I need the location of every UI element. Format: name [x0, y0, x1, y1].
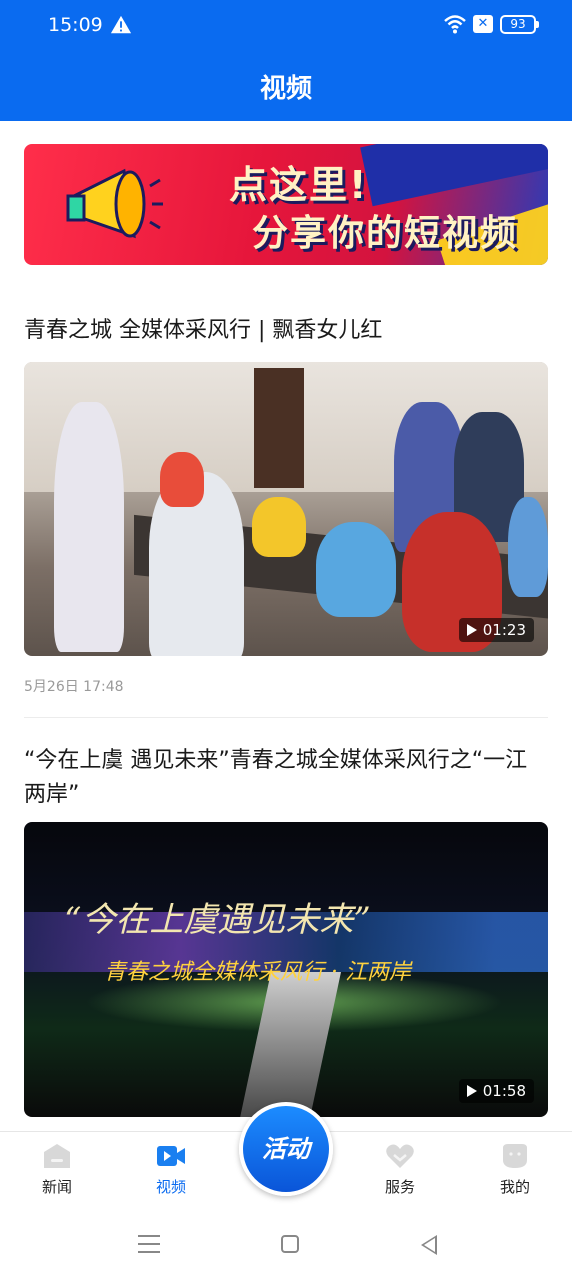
article-title[interactable]: “今在上虞 遇见未来”青春之城全媒体采风行之“一江两岸”: [24, 744, 548, 812]
thumbnail-jar: [160, 452, 204, 507]
nav-label: 我的: [499, 1178, 530, 1196]
nav-video[interactable]: 视频: [136, 1142, 206, 1197]
banner-stripe: [360, 144, 548, 207]
publish-date: 5月26日 17:48: [24, 679, 124, 695]
nav-service[interactable]: 服务: [365, 1142, 435, 1197]
thumbnail-jar: [252, 497, 306, 557]
status-bar: 15:09 ✕ 93: [0, 0, 572, 52]
video-overlay-text: “今在上虞遇见未来”: [64, 900, 371, 940]
nav-news[interactable]: 新闻: [22, 1142, 92, 1197]
battery-icon: 93: [500, 15, 539, 34]
thumbnail-jar: [508, 497, 548, 597]
sim-off-icon: ✕: [473, 15, 493, 33]
video-duration: 01:58: [482, 1082, 526, 1100]
nav-profile[interactable]: 我的: [480, 1142, 550, 1197]
play-icon: [466, 624, 477, 636]
banner-headline: 点这里!: [229, 163, 369, 207]
video-thumbnail[interactable]: “今在上虞遇见未来” 青春之城全媒体采风行 · 江两岸 01:58: [24, 822, 548, 1117]
menu-icon[interactable]: [138, 1235, 160, 1253]
video-thumbnail[interactable]: 01:23: [24, 362, 548, 656]
page-title: 视频: [259, 74, 312, 104]
video-overlay-text: 青春之城全媒体采风行 · 江两岸: [104, 960, 411, 985]
video-duration-badge: 01:58: [458, 1079, 534, 1103]
play-icon: [466, 1085, 477, 1097]
video-duration: 01:23: [482, 621, 526, 639]
news-icon: [44, 1144, 70, 1168]
article-title[interactable]: 青春之城 全媒体采风行 | 飘香女儿红: [24, 314, 548, 348]
video-icon: [157, 1146, 185, 1166]
promo-banner[interactable]: 点这里! 分享你的短视频: [24, 144, 548, 265]
home-icon[interactable]: [281, 1235, 299, 1253]
banner-subheadline: 分享你的短视频: [252, 213, 519, 254]
top-bar: 15:09 ✕ 93 视频: [0, 0, 572, 121]
back-icon[interactable]: [421, 1235, 437, 1255]
megaphone-icon: [66, 168, 163, 239]
wifi-icon: [444, 15, 466, 34]
activity-button[interactable]: 活动: [239, 1102, 333, 1196]
nav-label: 新闻: [41, 1178, 72, 1196]
nav-label: 服务: [384, 1178, 415, 1196]
status-time: 15:09: [48, 14, 103, 36]
profile-icon: [503, 1144, 527, 1168]
heart-icon: [386, 1144, 414, 1168]
thumbnail-person: [54, 402, 124, 652]
thumbnail-scene: [254, 368, 304, 488]
warning-icon: [110, 15, 132, 34]
thumbnail-jar: [316, 522, 396, 617]
video-duration-badge: 01:23: [458, 618, 534, 642]
nav-label: 视频: [155, 1178, 186, 1196]
system-nav-bar: [0, 1211, 572, 1280]
divider: [24, 717, 548, 718]
